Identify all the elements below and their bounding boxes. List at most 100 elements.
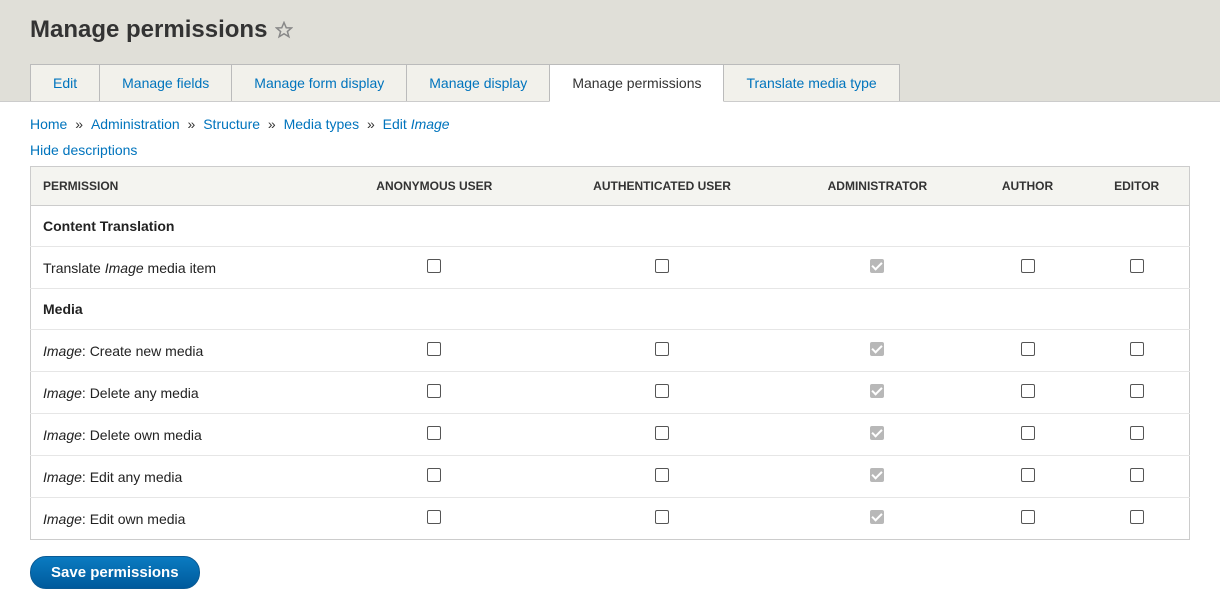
table-row: Image: Delete any media: [31, 372, 1190, 414]
permission-cell: [1084, 414, 1189, 456]
permission-label: Image: Delete own media: [31, 414, 329, 456]
col-role: Authenticated user: [540, 167, 784, 206]
permission-cell: [784, 498, 971, 540]
permission-cell: [1084, 372, 1189, 414]
permission-checkbox[interactable]: [1021, 468, 1035, 482]
tab-manage-display[interactable]: Manage display: [406, 64, 550, 101]
permission-checkbox[interactable]: [1021, 342, 1035, 356]
col-permission: Permission: [31, 167, 329, 206]
permission-cell: [329, 330, 540, 372]
permission-checkbox[interactable]: [427, 259, 441, 273]
permission-cell: [971, 330, 1085, 372]
permission-checkbox[interactable]: [1021, 259, 1035, 273]
page-title-text: Manage permissions: [30, 16, 267, 44]
breadcrumb-separator: »: [71, 116, 87, 132]
permission-checkbox: [870, 342, 884, 356]
permission-checkbox[interactable]: [655, 384, 669, 398]
breadcrumb-link[interactable]: Structure: [203, 116, 260, 132]
permission-cell: [1084, 247, 1189, 289]
permission-cell: [329, 498, 540, 540]
tab-edit[interactable]: Edit: [30, 64, 100, 101]
permission-cell: [540, 414, 784, 456]
breadcrumb: Home » Administration » Structure » Medi…: [30, 116, 1190, 132]
permission-checkbox[interactable]: [1021, 384, 1035, 398]
tab-manage-permissions[interactable]: Manage permissions: [549, 64, 724, 102]
table-row: Image: Delete own media: [31, 414, 1190, 456]
star-outline-icon[interactable]: [275, 21, 293, 39]
permission-cell: [329, 456, 540, 498]
permission-checkbox[interactable]: [655, 468, 669, 482]
permission-checkbox[interactable]: [655, 426, 669, 440]
permission-cell: [329, 414, 540, 456]
breadcrumb-current[interactable]: Edit Image: [383, 116, 450, 132]
permission-checkbox[interactable]: [655, 259, 669, 273]
breadcrumb-separator: »: [264, 116, 280, 132]
permission-cell: [329, 247, 540, 289]
permission-checkbox[interactable]: [427, 426, 441, 440]
col-role: Administrator: [784, 167, 971, 206]
permission-checkbox[interactable]: [1130, 384, 1144, 398]
permission-cell: [784, 456, 971, 498]
header-region: Manage permissions EditManage fieldsMana…: [0, 0, 1220, 102]
permission-checkbox[interactable]: [427, 384, 441, 398]
permission-checkbox: [870, 510, 884, 524]
permission-checkbox[interactable]: [1130, 426, 1144, 440]
permission-cell: [540, 247, 784, 289]
col-role: Anonymous user: [329, 167, 540, 206]
table-row: Image: Edit own media: [31, 498, 1190, 540]
tab-manage-form-display[interactable]: Manage form display: [231, 64, 407, 101]
content-region: Home » Administration » Structure » Medi…: [0, 102, 1220, 613]
permission-cell: [971, 414, 1085, 456]
permission-cell: [971, 247, 1085, 289]
permission-checkbox: [870, 426, 884, 440]
permissions-table: PermissionAnonymous userAuthenticated us…: [30, 166, 1190, 540]
permission-checkbox[interactable]: [1021, 426, 1035, 440]
breadcrumb-separator: »: [363, 116, 379, 132]
permission-checkbox[interactable]: [1130, 510, 1144, 524]
permission-label: Image: Edit any media: [31, 456, 329, 498]
permission-checkbox[interactable]: [1130, 259, 1144, 273]
table-row: Image: Edit any media: [31, 456, 1190, 498]
permission-label: Image: Delete any media: [31, 372, 329, 414]
permission-label: Translate Image media item: [31, 247, 329, 289]
breadcrumb-link[interactable]: Administration: [91, 116, 180, 132]
permission-checkbox: [870, 259, 884, 273]
permission-cell: [971, 456, 1085, 498]
permission-label: Image: Edit own media: [31, 498, 329, 540]
permission-cell: [540, 498, 784, 540]
permission-cell: [540, 330, 784, 372]
save-button[interactable]: Save permissions: [30, 556, 200, 589]
permission-checkbox[interactable]: [1021, 510, 1035, 524]
permission-cell: [971, 372, 1085, 414]
permission-cell: [1084, 330, 1189, 372]
permission-checkbox[interactable]: [1130, 342, 1144, 356]
permission-cell: [784, 330, 971, 372]
permission-checkbox[interactable]: [1130, 468, 1144, 482]
permission-cell: [1084, 456, 1189, 498]
permission-checkbox[interactable]: [655, 510, 669, 524]
permission-checkbox[interactable]: [427, 510, 441, 524]
page-title: Manage permissions: [30, 16, 1190, 44]
permission-checkbox[interactable]: [655, 342, 669, 356]
tab-translate-media-type[interactable]: Translate media type: [723, 64, 899, 101]
permission-cell: [329, 372, 540, 414]
table-row: Image: Create new media: [31, 330, 1190, 372]
permission-cell: [1084, 498, 1189, 540]
permission-section: Content Translation: [31, 206, 1190, 247]
permission-cell: [784, 414, 971, 456]
breadcrumb-link[interactable]: Media types: [284, 116, 359, 132]
table-row: Translate Image media item: [31, 247, 1190, 289]
tab-manage-fields[interactable]: Manage fields: [99, 64, 232, 101]
col-role: Author: [971, 167, 1085, 206]
hide-descriptions-link[interactable]: Hide descriptions: [30, 142, 137, 158]
breadcrumb-link[interactable]: Home: [30, 116, 67, 132]
permission-checkbox[interactable]: [427, 342, 441, 356]
permission-label: Image: Create new media: [31, 330, 329, 372]
col-role: Editor: [1084, 167, 1189, 206]
permission-section: Media: [31, 289, 1190, 330]
permission-cell: [540, 372, 784, 414]
tabs: EditManage fieldsManage form displayMana…: [30, 64, 1190, 101]
permission-checkbox[interactable]: [427, 468, 441, 482]
permission-cell: [784, 372, 971, 414]
permission-cell: [784, 247, 971, 289]
